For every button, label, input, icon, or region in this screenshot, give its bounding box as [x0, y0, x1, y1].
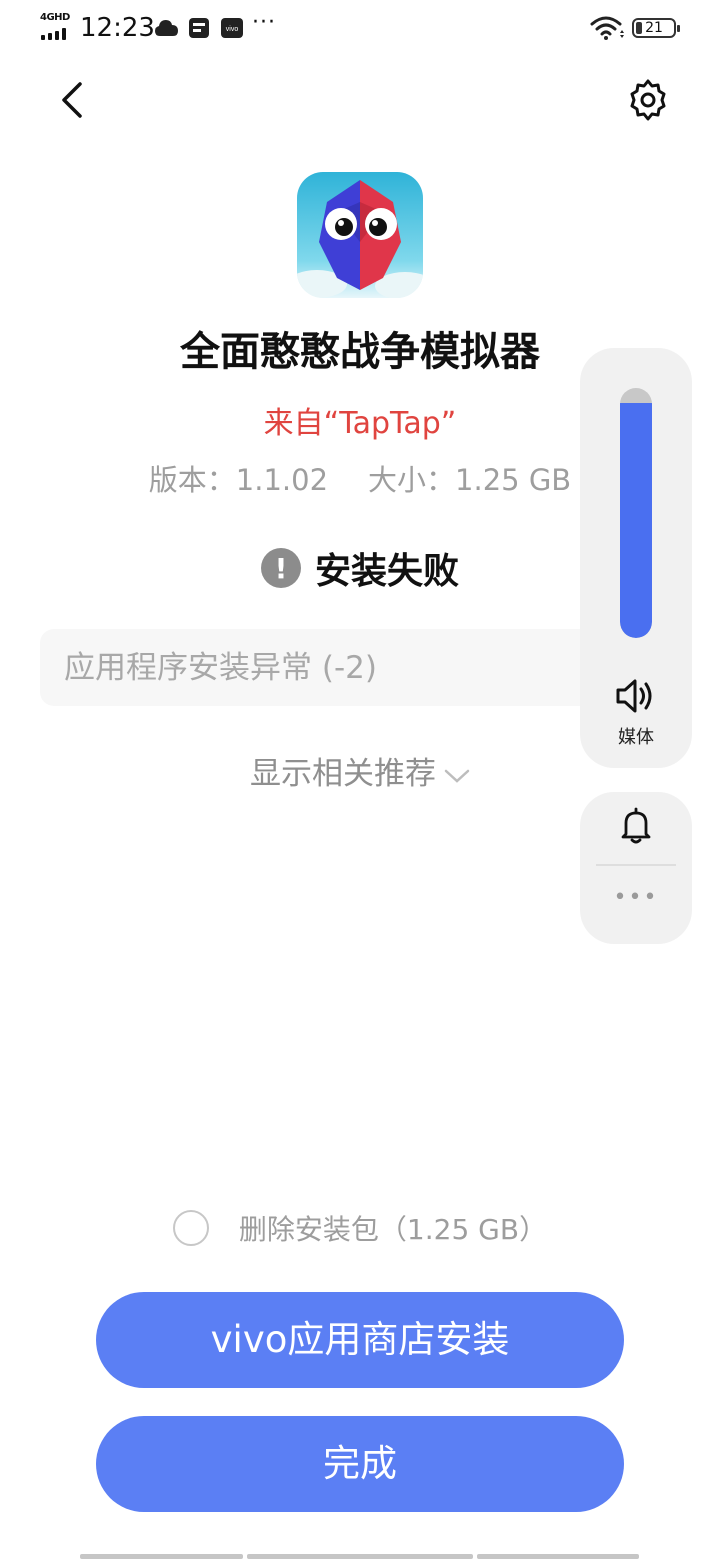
sim-card-icon [189, 18, 209, 38]
ringer-divider [596, 864, 676, 866]
nav-bar-segment-center [247, 1554, 473, 1559]
speaker-icon[interactable] [614, 676, 658, 716]
back-button[interactable] [52, 76, 96, 124]
battery-level: 21 [645, 20, 663, 36]
status-more-icon: ··· [252, 10, 276, 35]
app-size: 大小：1.25 GB [368, 463, 572, 497]
status-time: 12:23 [80, 13, 155, 43]
cellular-signal-icon: 4GHD [40, 12, 72, 40]
cloud-weather-icon [155, 20, 178, 36]
done-button[interactable]: 完成 [96, 1416, 624, 1512]
battery-icon: 21 [632, 18, 680, 38]
app-icon [297, 172, 423, 298]
app-version: 版本：1.1.02 [148, 463, 329, 497]
volume-slider[interactable] [620, 388, 652, 638]
nav-bar-segment-left [80, 1554, 243, 1559]
wifi-icon [590, 16, 624, 40]
error-message: 应用程序安装异常 (-2) [64, 650, 377, 686]
install-status-text: 安装失败 [314, 551, 459, 592]
delete-package-label: 删除安装包（1.25 GB） [238, 1213, 548, 1246]
network-type-label: 4GHD [40, 12, 70, 23]
settings-gear-icon[interactable] [624, 76, 672, 124]
vivo-store-install-button[interactable]: vivo应用商店安装 [96, 1292, 624, 1388]
delete-package-option[interactable]: 删除安装包（1.25 GB） [0, 1206, 720, 1250]
vivo-app-icon: vivo [221, 18, 243, 38]
volume-stream-label: 媒体 [618, 727, 654, 748]
warning-icon: ! [260, 548, 301, 588]
delete-package-radio[interactable] [172, 1210, 209, 1246]
nav-bar-segment-right [477, 1554, 639, 1559]
chevron-down-icon [444, 769, 470, 783]
recommendations-label: 显示相关推荐 [250, 756, 436, 792]
svg-text:vivo: vivo [226, 26, 239, 33]
bell-icon[interactable] [618, 806, 654, 846]
volume-more-icon[interactable]: ••• [580, 884, 692, 912]
volume-slider-fill [620, 403, 652, 638]
